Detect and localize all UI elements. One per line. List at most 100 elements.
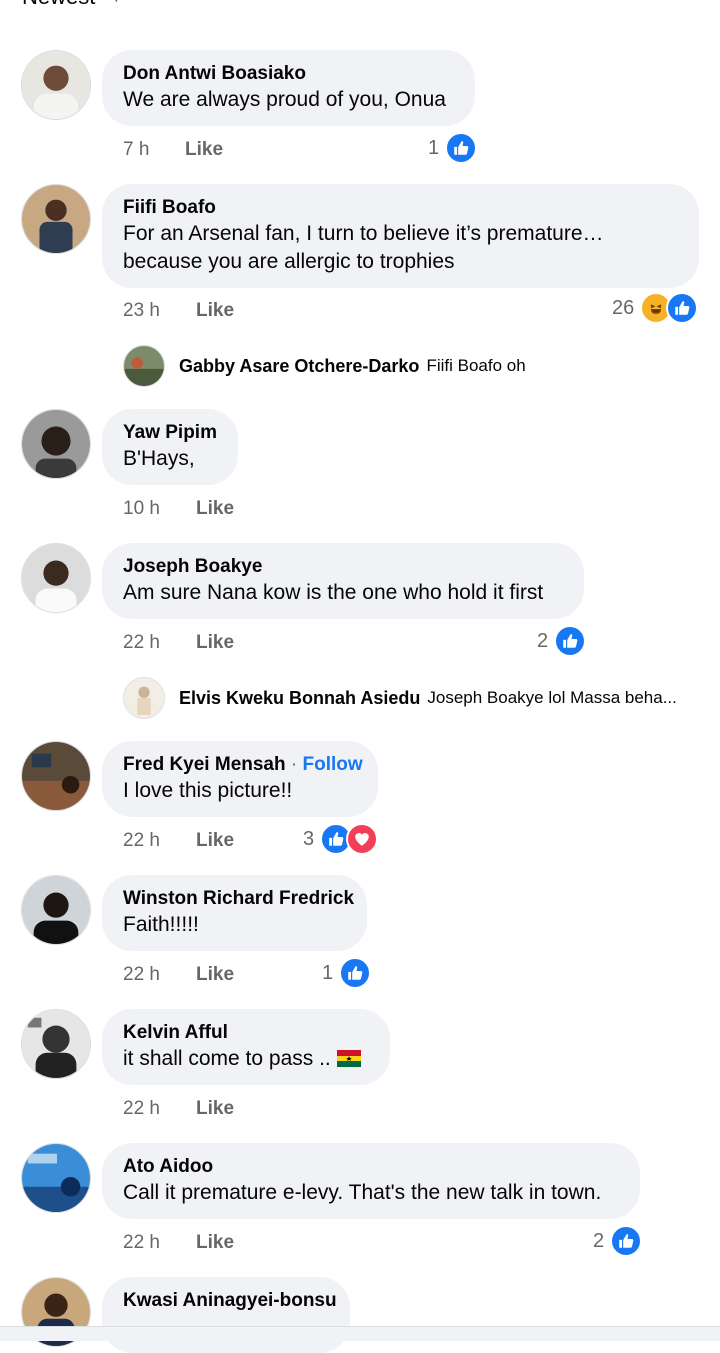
- thumbs-up-icon: [445, 132, 478, 164]
- comment-item: Winston Richard Fredrick Faith!!!!! 22 h…: [0, 875, 720, 995]
- avatar[interactable]: [21, 50, 91, 120]
- comment-text-line: For an Arsenal fan, I turn to believe it…: [123, 222, 604, 245]
- like-button[interactable]: Like: [185, 139, 223, 161]
- like-button[interactable]: Like: [196, 964, 234, 986]
- reaction-summary[interactable]: 2: [537, 625, 587, 657]
- comment-time[interactable]: 22 h: [123, 1232, 196, 1254]
- comment-bubble: Winston Richard Fredrick Faith!!!!!: [102, 875, 367, 951]
- avatar[interactable]: [21, 1143, 91, 1213]
- comment-actions: 22 h Like: [123, 1232, 234, 1254]
- comment-author[interactable]: Joseph Boakye: [123, 555, 562, 579]
- comment-bubble: Joseph Boakye Am sure Nana kow is the on…: [102, 543, 584, 619]
- reply-author: Gabby Asare Otchere-Darko: [179, 355, 420, 376]
- comment-text-row: it shall come to pass ..: [123, 1045, 368, 1073]
- comment-text: Faith!!!!!: [123, 913, 199, 936]
- comment-item: Don Antwi Boasiako We are always proud o…: [0, 50, 720, 170]
- reaction-count: 3: [303, 827, 315, 850]
- comment-actions: 10 h Like: [123, 498, 234, 520]
- like-button[interactable]: Like: [196, 830, 234, 852]
- reply-preview[interactable]: Gabby Asare Otchere-Darko Fiifi Boafo oh: [123, 344, 526, 388]
- thumbs-up-icon: [339, 957, 372, 989]
- comment-item: Ato Aidoo Call it premature e-levy. That…: [0, 1143, 720, 1263]
- comment-time[interactable]: 7 h: [123, 139, 185, 161]
- thumbs-up-icon: [554, 625, 587, 657]
- comment-text-line: because you are allergic to trophies: [123, 250, 455, 273]
- thumbs-up-icon: [610, 1225, 643, 1257]
- comment-time[interactable]: 23 h: [123, 300, 196, 322]
- like-button[interactable]: Like: [196, 498, 234, 520]
- comment-author[interactable]: Fred Kyei Mensah: [123, 754, 286, 775]
- comment-time[interactable]: 22 h: [123, 632, 196, 654]
- comment-author[interactable]: Kelvin Afful: [123, 1021, 368, 1045]
- avatar[interactable]: [21, 409, 91, 479]
- comment-actions: 7 h Like: [123, 139, 223, 161]
- avatar[interactable]: [21, 543, 91, 613]
- comment-time[interactable]: 10 h: [123, 498, 196, 520]
- chevron-down-icon: ▼: [109, 0, 123, 5]
- comment-bubble: Yaw Pipim B'Hays,: [102, 409, 238, 485]
- comment-author[interactable]: Don Antwi Boasiako: [123, 62, 453, 86]
- comment-text: Call it premature e-levy. That's the new…: [123, 1181, 602, 1204]
- reply-text: Fiifi Boafo oh: [426, 356, 526, 375]
- like-button[interactable]: Like: [196, 1098, 234, 1120]
- reaction-count: 26: [612, 296, 635, 319]
- comment-text: it shall come to pass ..: [123, 1047, 331, 1070]
- comment-time[interactable]: 22 h: [123, 1098, 196, 1120]
- reaction-count: 2: [593, 1229, 605, 1252]
- reaction-count: 1: [322, 961, 334, 984]
- sort-dropdown[interactable]: Newest ▼: [22, 0, 123, 10]
- comment-actions: 22 h Like: [123, 964, 234, 986]
- comment-item: Fiifi Boafo For an Arsenal fan, I turn t…: [0, 184, 720, 324]
- reaction-count: 1: [428, 136, 440, 159]
- reply-preview[interactable]: Elvis Kweku Bonnah Asiedu Joseph Boakye …: [123, 676, 677, 720]
- comment-actions: 22 h Like: [123, 830, 234, 852]
- reaction-summary[interactable]: 1: [322, 957, 372, 989]
- like-button[interactable]: Like: [196, 632, 234, 654]
- avatar: [123, 677, 165, 719]
- reaction-count: 2: [537, 629, 549, 652]
- comment-item: Yaw Pipim B'Hays, 10 h Like: [0, 409, 720, 529]
- heart-icon: [346, 823, 379, 855]
- thumbs-up-icon: [666, 292, 699, 324]
- comment-author[interactable]: Kwasi Aninagyei-bonsu: [123, 1289, 337, 1313]
- reaction-summary[interactable]: 2: [593, 1225, 643, 1257]
- comment-text: B'Hays,: [123, 447, 195, 470]
- comment-item: Kelvin Afful it shall come to pass .. 22…: [0, 1009, 720, 1129]
- reaction-summary[interactable]: 1: [428, 132, 478, 164]
- comment-item: Fred Kyei Mensah · Follow I love this pi…: [0, 741, 720, 861]
- comment-bubble: Fiifi Boafo For an Arsenal fan, I turn t…: [102, 184, 699, 288]
- reply-text: Joseph Boakye lol Massa beha...: [427, 688, 677, 707]
- avatar[interactable]: [21, 1009, 91, 1079]
- separator-dot: ·: [290, 754, 298, 775]
- avatar[interactable]: [21, 875, 91, 945]
- comment-text: We are always proud of you, Onua: [123, 88, 446, 111]
- reaction-summary[interactable]: 26: [612, 292, 699, 324]
- comment-bubble: Don Antwi Boasiako We are always proud o…: [102, 50, 475, 126]
- comment-bubble: Fred Kyei Mensah · Follow I love this pi…: [102, 741, 378, 817]
- reply-author: Elvis Kweku Bonnah Asiedu: [179, 687, 421, 708]
- comment-bubble: Kelvin Afful it shall come to pass ..: [102, 1009, 390, 1085]
- comment-author[interactable]: Ato Aidoo: [123, 1155, 618, 1179]
- comment-text: I love this picture!!: [123, 779, 293, 802]
- comment-actions: 22 h Like: [123, 632, 234, 654]
- comment-actions: 22 h Like: [123, 1098, 234, 1120]
- comment-author-row: Fred Kyei Mensah · Follow: [123, 753, 363, 777]
- follow-button[interactable]: Follow: [303, 754, 363, 775]
- avatar[interactable]: [21, 741, 91, 811]
- ghana-flag-icon: [336, 1047, 361, 1067]
- comment-author[interactable]: Winston Richard Fredrick: [123, 887, 354, 911]
- bottom-bar: [0, 1326, 720, 1341]
- comment-time[interactable]: 22 h: [123, 830, 196, 852]
- sort-label: Newest: [22, 0, 95, 10]
- like-button[interactable]: Like: [196, 1232, 234, 1254]
- avatar[interactable]: [21, 184, 91, 254]
- comment-actions: 23 h Like: [123, 300, 234, 322]
- comment-author[interactable]: Fiifi Boafo: [123, 196, 677, 220]
- like-button[interactable]: Like: [196, 300, 234, 322]
- avatar: [123, 345, 165, 387]
- comment-author[interactable]: Yaw Pipim: [123, 421, 217, 445]
- comment-time[interactable]: 22 h: [123, 964, 196, 986]
- comment-bubble: Ato Aidoo Call it premature e-levy. That…: [102, 1143, 640, 1219]
- reaction-summary[interactable]: 3: [303, 823, 379, 855]
- comment-bubble: Kwasi Aninagyei-bonsu: [102, 1277, 350, 1353]
